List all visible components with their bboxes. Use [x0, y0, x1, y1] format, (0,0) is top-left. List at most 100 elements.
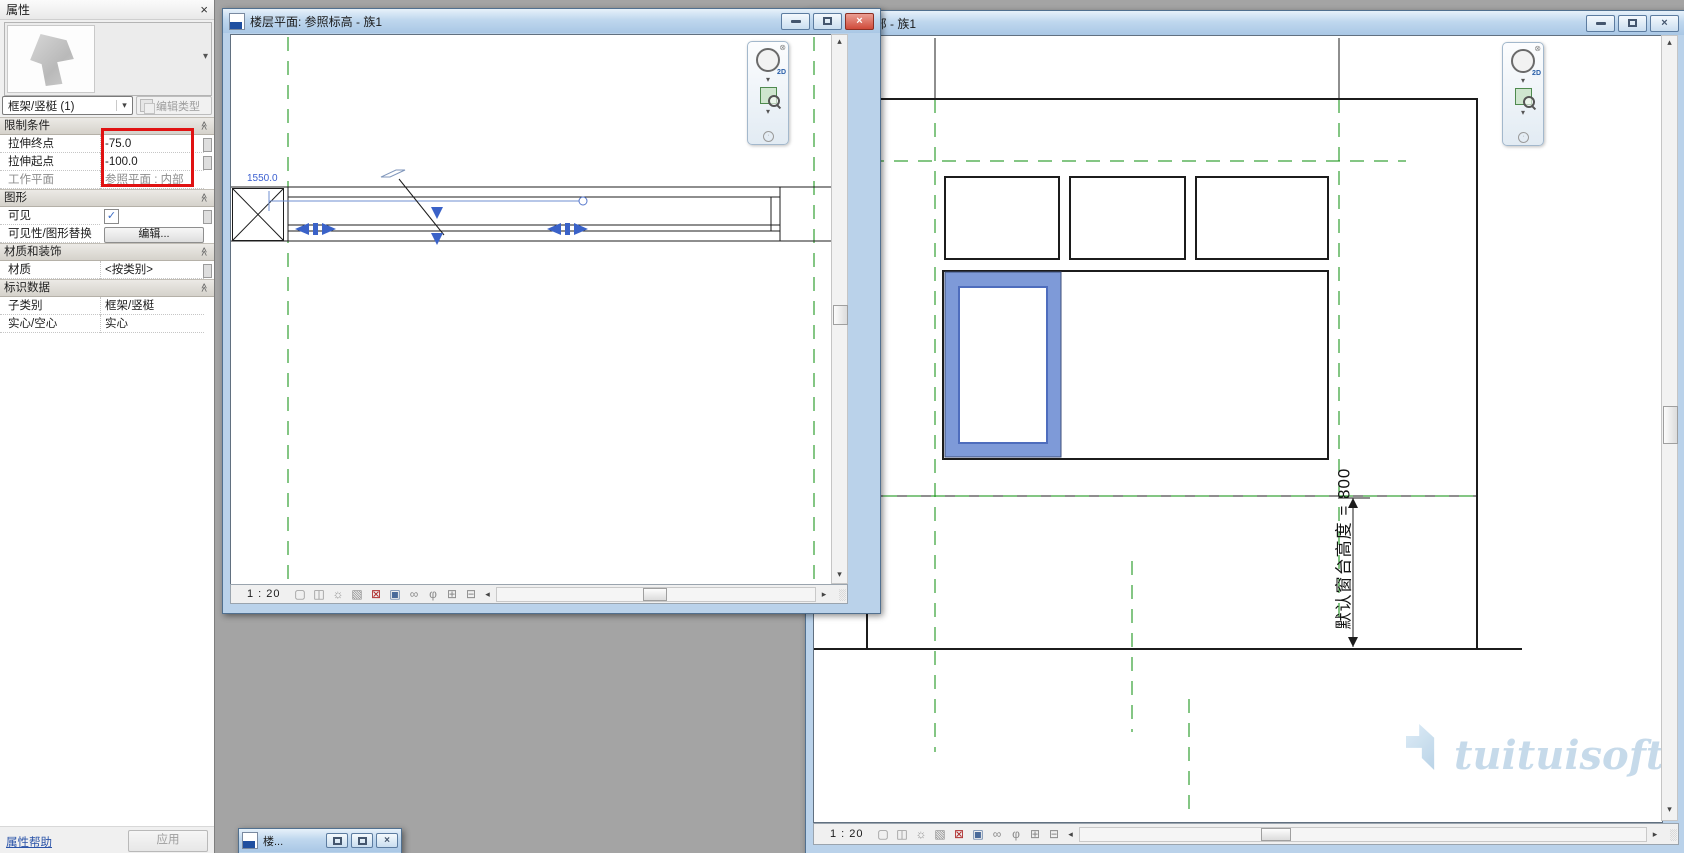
selected-mullion-opening[interactable]: [959, 287, 1047, 443]
steering-wheel-2d-icon[interactable]: 2D: [1511, 49, 1535, 73]
reveal-hidden-icon[interactable]: ∞: [405, 587, 424, 601]
navbar-circle-icon[interactable]: ·: [1518, 132, 1529, 143]
sun-settings-icon[interactable]: ☼: [329, 587, 348, 601]
resize-grip[interactable]: [833, 587, 847, 601]
shaded-view-icon[interactable]: ◫: [310, 587, 329, 601]
collapse-chevron-icon[interactable]: ≫: [199, 283, 210, 292]
view-scale[interactable]: 1 : 20: [247, 588, 281, 600]
apply-button[interactable]: 应用: [128, 830, 208, 852]
shape-handle-triangle[interactable]: [431, 207, 443, 219]
crop-view-icon[interactable]: ⊠: [367, 587, 386, 601]
material-value[interactable]: <按类别>: [100, 261, 204, 279]
shadows-icon[interactable]: ▧: [348, 587, 367, 601]
elevation-window-titlebar[interactable]: : 内部 - 族1 ×: [806, 11, 1684, 35]
minimize-button[interactable]: [781, 13, 810, 30]
work-plane-icon[interactable]: [381, 170, 405, 177]
worksharing-display-icon[interactable]: ⊞: [1026, 827, 1045, 841]
zoom-icon[interactable]: [1515, 88, 1532, 105]
edit-overrides-button[interactable]: 编辑...: [104, 227, 204, 243]
temporary-hide-icon[interactable]: φ: [1007, 827, 1026, 841]
vertical-scrollbar[interactable]: ▴ ▾: [1661, 35, 1678, 821]
top-lite-panel[interactable]: [1196, 177, 1328, 259]
maximize-button[interactable]: [351, 833, 373, 848]
type-selector[interactable]: 框架/竖梃 (1) ▾: [2, 96, 133, 115]
navbar-close-icon[interactable]: ⊗: [1534, 44, 1541, 53]
properties-panel-titlebar[interactable]: 属性 ×: [0, 0, 214, 20]
worksharing-display-icon[interactable]: ⊞: [443, 587, 462, 601]
scrollbar-thumb[interactable]: [833, 305, 848, 325]
chevron-down-icon[interactable]: ▾: [1521, 76, 1525, 85]
sill-height-dimension-text[interactable]: 默认窗台高度 = 800: [1330, 459, 1355, 639]
scrollbar-thumb[interactable]: [643, 588, 667, 601]
collapse-chevron-icon[interactable]: ≫: [199, 121, 210, 130]
scroll-down-icon[interactable]: ▾: [1662, 804, 1677, 815]
horizontal-scrollbar[interactable]: [1079, 827, 1647, 842]
top-lite-panel[interactable]: [945, 177, 1059, 259]
properties-help-link[interactable]: 属性帮助: [6, 834, 52, 850]
scroll-right-icon[interactable]: ▸: [817, 589, 831, 600]
section-identity-data[interactable]: 标识数据 ≫: [0, 279, 214, 297]
collapse-chevron-icon[interactable]: ≫: [199, 247, 210, 256]
steering-wheel-2d-icon[interactable]: 2D: [756, 48, 780, 72]
scrollbar-thumb[interactable]: [1663, 406, 1678, 444]
flip-arrow-bar[interactable]: [313, 223, 318, 235]
constraint-lock-icon[interactable]: ⊟: [462, 587, 481, 601]
shaded-view-icon[interactable]: ◫: [893, 827, 912, 841]
visible-checkbox[interactable]: ✓: [104, 209, 119, 224]
scrollbar-thumb[interactable]: [1261, 828, 1291, 841]
maximize-button[interactable]: [1618, 15, 1647, 32]
restore-button[interactable]: [326, 833, 348, 848]
scroll-up-icon[interactable]: ▴: [832, 36, 847, 47]
subcategory-value[interactable]: 框架/竖梃: [100, 297, 204, 315]
associate-param-button[interactable]: [203, 156, 212, 170]
chevron-down-icon[interactable]: ▾: [766, 75, 770, 84]
top-lite-panel[interactable]: [1070, 177, 1185, 259]
floor-plan-titlebar[interactable]: 楼层平面: 参照标高 - 族1 ×: [223, 9, 880, 33]
visual-style-icon[interactable]: ▢: [291, 587, 310, 601]
close-icon[interactable]: ×: [200, 3, 208, 16]
horizontal-scrollbar[interactable]: [496, 587, 816, 602]
solid-void-value[interactable]: 实心: [100, 315, 204, 333]
sun-settings-icon[interactable]: ☼: [912, 827, 931, 841]
associate-param-button[interactable]: [203, 138, 212, 152]
scroll-right-icon[interactable]: ▸: [1648, 829, 1662, 840]
constraint-lock-icon[interactable]: ⊟: [1045, 827, 1064, 841]
chevron-down-icon[interactable]: ▾: [116, 100, 132, 111]
navbar-close-icon[interactable]: ⊗: [779, 43, 786, 52]
crop-region-icon[interactable]: ▣: [969, 827, 988, 841]
minimize-button[interactable]: [1586, 15, 1615, 32]
width-dimension-text[interactable]: 1550.0: [247, 173, 278, 184]
close-button[interactable]: ×: [376, 833, 398, 848]
navbar-circle-icon[interactable]: ·: [763, 131, 774, 142]
section-graphics[interactable]: 图形 ≫: [0, 189, 214, 207]
associate-param-button[interactable]: [203, 264, 212, 278]
scroll-up-icon[interactable]: ▴: [1662, 37, 1677, 48]
floor-plan-canvas[interactable]: 1550.0 ⊗ 2D ▾ ▾ ·: [230, 34, 833, 586]
chevron-down-icon[interactable]: ▾: [203, 51, 208, 62]
crop-view-icon[interactable]: ⊠: [950, 827, 969, 841]
zoom-icon[interactable]: [760, 87, 777, 104]
collapse-chevron-icon[interactable]: ≫: [199, 193, 210, 202]
view-scale[interactable]: 1 : 20: [830, 828, 864, 840]
section-materials[interactable]: 材质和装饰 ≫: [0, 243, 214, 261]
associate-param-button[interactable]: [203, 210, 212, 224]
scroll-left-icon[interactable]: ◂: [1064, 829, 1078, 840]
drag-grip-circle[interactable]: [579, 197, 587, 205]
shadows-icon[interactable]: ▧: [931, 827, 950, 841]
flip-arrow-bar[interactable]: [565, 223, 570, 235]
scroll-down-icon[interactable]: ▾: [832, 569, 847, 580]
edit-type-button[interactable]: 编辑类型: [136, 96, 212, 115]
resize-grip[interactable]: [1664, 827, 1678, 841]
minimized-window-titlebar[interactable]: 楼... ×: [239, 829, 401, 852]
restore-button[interactable]: [813, 13, 842, 30]
chevron-down-icon[interactable]: ▾: [766, 107, 770, 116]
close-button[interactable]: ×: [845, 13, 874, 30]
crop-region-icon[interactable]: ▣: [386, 587, 405, 601]
elevation-view-canvas[interactable]: 默认窗台高度 = 800 ⊗ 2D ▾ ▾ · tuituisoft.com: [813, 35, 1663, 823]
temporary-hide-icon[interactable]: φ: [424, 587, 443, 601]
chevron-down-icon[interactable]: ▾: [1521, 108, 1525, 117]
vertical-scrollbar[interactable]: ▴ ▾: [831, 34, 848, 584]
scroll-left-icon[interactable]: ◂: [481, 589, 495, 600]
shape-handle-triangle[interactable]: [431, 233, 443, 245]
close-button[interactable]: ×: [1650, 15, 1679, 32]
